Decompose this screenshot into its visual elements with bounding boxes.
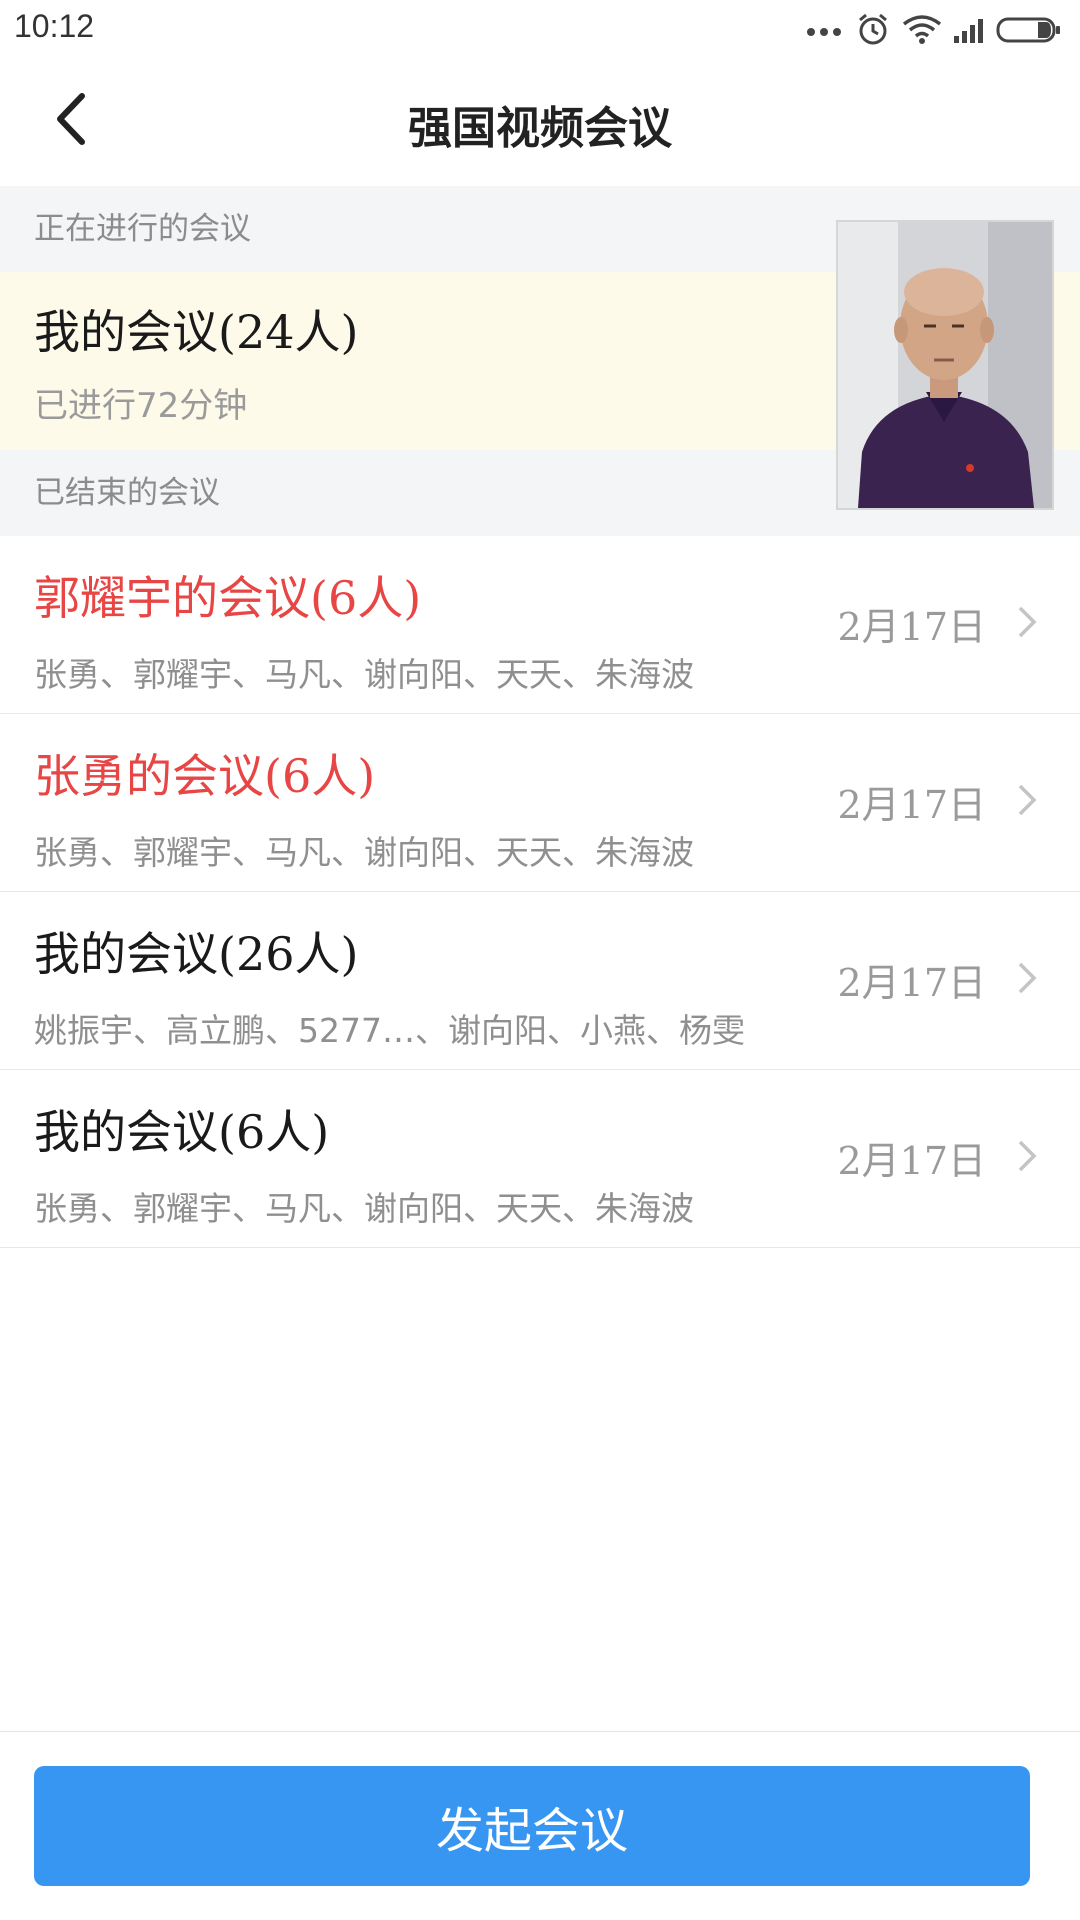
- meeting-members: 张勇、郭耀宇、马凡、谢向阳、天天、朱海波: [34, 833, 694, 872]
- ongoing-meeting-duration: 已进行72分钟: [34, 386, 248, 426]
- start-meeting-button[interactable]: 发起会议: [34, 1766, 1030, 1886]
- chevron-right-icon: [1018, 962, 1037, 994]
- chevron-right-icon: [1018, 606, 1037, 638]
- meeting-title: 我的会议(26人): [34, 927, 359, 981]
- meeting-date: 2月17日: [837, 1139, 986, 1183]
- screen: 10:12 强国视频会议 正在进行的会议 我的会议(24人) 已进行72分钟 已…: [0, 0, 1080, 1920]
- meeting-members: 姚振宇、高立鹏、5277…、谢向阳、小燕、杨雯: [34, 1011, 745, 1050]
- bottom-divider: [0, 1731, 1080, 1732]
- status-icons: [806, 10, 1066, 50]
- status-time: 10:12: [14, 8, 95, 44]
- chevron-right-icon: [1018, 784, 1037, 816]
- meeting-date: 2月17日: [837, 961, 986, 1005]
- page-title: 强国视频会议: [408, 103, 672, 154]
- more-dots-icon: [807, 28, 841, 36]
- meeting-title: 郭耀宇的会议(6人): [34, 571, 422, 625]
- meeting-members: 张勇、郭耀宇、马凡、谢向阳、天天、朱海波: [34, 1189, 694, 1228]
- status-bar: 10:12: [0, 0, 1080, 56]
- meeting-title: 张勇的会议(6人): [34, 749, 376, 803]
- meeting-members: 张勇、郭耀宇、马凡、谢向阳、天天、朱海波: [34, 655, 694, 694]
- wifi-icon: [902, 15, 942, 44]
- meeting-row[interactable]: 我的会议(26人) 姚振宇、高立鹏、5277…、谢向阳、小燕、杨雯 2月17日: [0, 892, 1080, 1070]
- meeting-date: 2月17日: [837, 783, 986, 827]
- meeting-row[interactable]: 郭耀宇的会议(6人) 张勇、郭耀宇、马凡、谢向阳、天天、朱海波 2月17日: [0, 536, 1080, 714]
- meeting-title: 我的会议(6人): [34, 1105, 330, 1159]
- nav-bar: 强国视频会议: [0, 56, 1080, 186]
- chevron-right-icon: [1018, 1140, 1037, 1172]
- ongoing-meeting-title: 我的会议(24人): [34, 305, 359, 359]
- video-preview-tile[interactable]: [836, 220, 1054, 510]
- battery-icon: [996, 17, 1060, 43]
- meeting-row[interactable]: 张勇的会议(6人) 张勇、郭耀宇、马凡、谢向阳、天天、朱海波 2月17日: [0, 714, 1080, 892]
- meeting-row[interactable]: 我的会议(6人) 张勇、郭耀宇、马凡、谢向阳、天天、朱海波 2月17日: [0, 1070, 1080, 1248]
- signal-icon: [954, 19, 983, 43]
- meeting-date: 2月17日: [837, 605, 986, 649]
- alarm-icon: [859, 13, 887, 45]
- participant-video-image: [838, 222, 1052, 508]
